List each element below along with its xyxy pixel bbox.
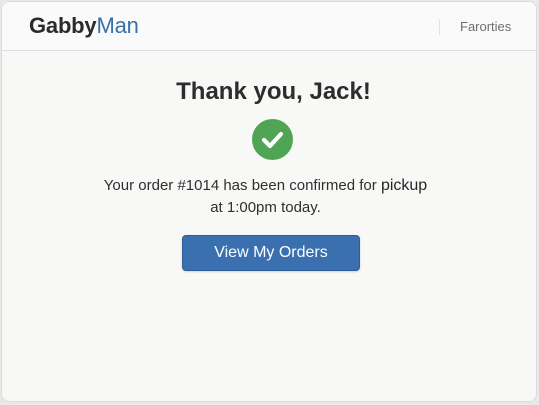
logo[interactable]: GabbyMan	[29, 13, 139, 39]
message-line1-text: Your order #1014 has been confirmed for	[103, 177, 381, 194]
message-line2-text: at 1:00pm today.	[210, 199, 321, 216]
nav-divider	[439, 19, 440, 35]
favorites-link[interactable]: Farorties	[460, 19, 511, 35]
header-bar: GabbyMan Farorties	[2, 2, 536, 51]
logo-text-primary: Gabby	[29, 13, 97, 38]
confirmation-title: Thank you, Jack!	[176, 78, 371, 105]
app-window: GabbyMan Farorties Thank you, Jack! Your…	[1, 1, 537, 402]
confirmation-message: Your order #1014 has been confirmed for …	[2, 175, 529, 219]
checkmark-icon	[252, 119, 293, 160]
logo-text-accent: Man	[96, 13, 139, 38]
pickup-emphasis: pickup	[380, 177, 428, 194]
view-my-orders-button[interactable]: View My Orders	[182, 235, 360, 271]
